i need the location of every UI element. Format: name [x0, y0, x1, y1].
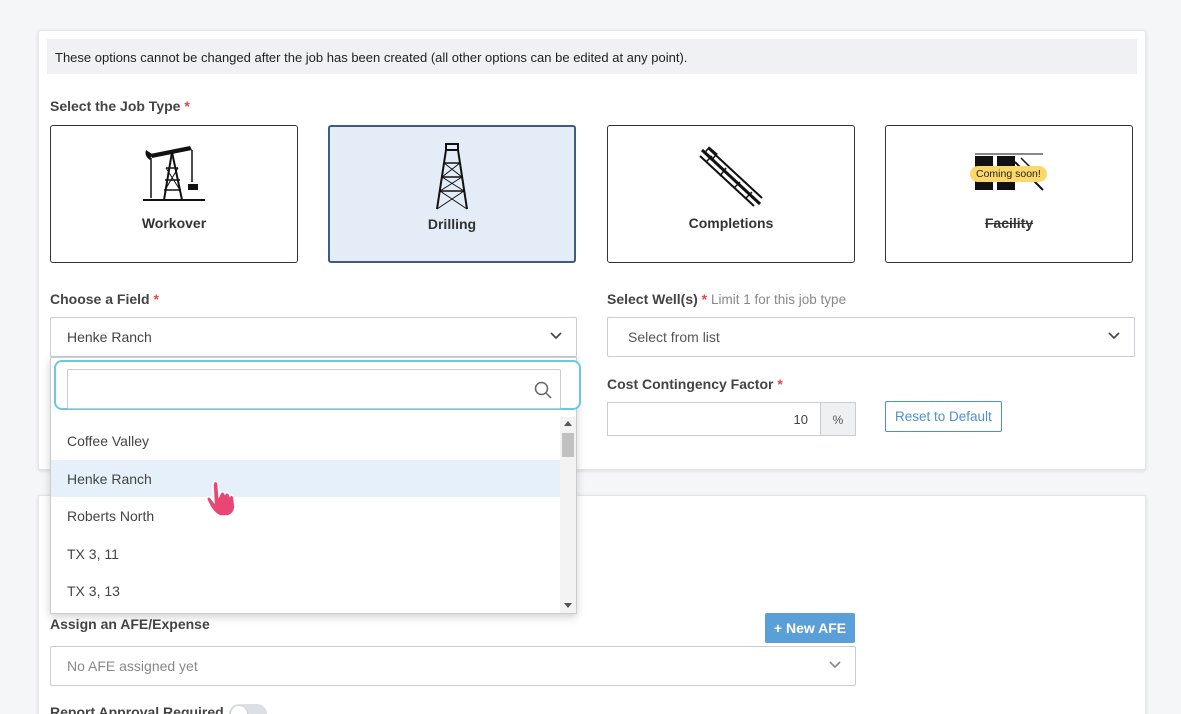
field-option[interactable]: Roberts North [51, 497, 560, 535]
job-type-completions[interactable]: Completions [607, 125, 855, 263]
wells-select-placeholder: Select from list [628, 329, 720, 345]
reset-to-default-button[interactable]: Reset to Default [885, 401, 1002, 432]
search-icon [534, 381, 552, 399]
contingency-label: Cost Contingency Factor * [607, 376, 783, 392]
field-option[interactable]: TX 3, 11 [51, 535, 560, 573]
job-type-name: Facility [984, 215, 1034, 231]
wells-select[interactable]: Select from list [607, 317, 1135, 357]
new-afe-button[interactable]: + New AFE [765, 613, 855, 643]
field-select[interactable]: Henke Ranch [50, 317, 577, 357]
scroll-up-arrow-icon[interactable] [564, 421, 572, 426]
afe-label: Assign an AFE/Expense [50, 616, 210, 632]
chevron-down-icon [1108, 332, 1120, 340]
hand-pointer-icon [206, 480, 236, 517]
field-options-list: Coffee Valley Henke Ranch Roberts North … [51, 422, 560, 610]
field-dropdown: Coffee Valley Henke Ranch Roberts North … [50, 357, 581, 614]
scroll-thumb[interactable] [562, 433, 574, 457]
field-option[interactable]: TX 3, 13 [51, 572, 560, 610]
field-select-value: Henke Ranch [67, 329, 152, 345]
job-type-name: Completions [688, 215, 774, 231]
field-label: Choose a Field * [50, 291, 159, 307]
job-type-label: Select the Job Type * [50, 98, 190, 114]
coming-soon-badge: Coming soon! [970, 166, 1047, 182]
job-type-facility[interactable]: Coming soon! Facility [885, 125, 1133, 263]
chevron-down-icon [829, 661, 841, 669]
job-type-name: Drilling [427, 216, 477, 232]
pumpjack-icon [143, 146, 205, 201]
field-search-input[interactable] [67, 369, 561, 409]
field-option[interactable]: Henke Ranch [51, 459, 560, 497]
field-search-focus-ring [54, 360, 581, 410]
job-type-workover[interactable]: Workover [50, 125, 298, 263]
toggle-knob [231, 706, 247, 714]
completions-pipes-icon [699, 146, 763, 207]
scroll-down-arrow-icon[interactable] [564, 603, 572, 608]
wells-label: Select Well(s) * Limit 1 for this job ty… [607, 291, 847, 307]
wells-hint: Limit 1 for this job type [711, 292, 847, 307]
afe-select-placeholder: No AFE assigned yet [67, 658, 198, 674]
job-type-name: Workover [141, 215, 207, 231]
drilling-rig-icon [436, 143, 468, 210]
field-option[interactable]: Coffee Valley [51, 422, 560, 460]
immutable-options-notice: These options cannot be changed after th… [47, 39, 1137, 74]
chevron-down-icon [550, 332, 562, 340]
afe-select[interactable]: No AFE assigned yet [50, 646, 856, 686]
job-type-drilling[interactable]: Drilling [328, 125, 576, 263]
contingency-unit: % [820, 402, 856, 436]
contingency-input[interactable]: 10 [607, 402, 820, 436]
approval-label: Report Approval Required [50, 704, 224, 714]
approval-toggle[interactable] [229, 704, 267, 714]
plus-icon: + [773, 620, 783, 636]
dropdown-scrollbar[interactable] [560, 417, 576, 613]
